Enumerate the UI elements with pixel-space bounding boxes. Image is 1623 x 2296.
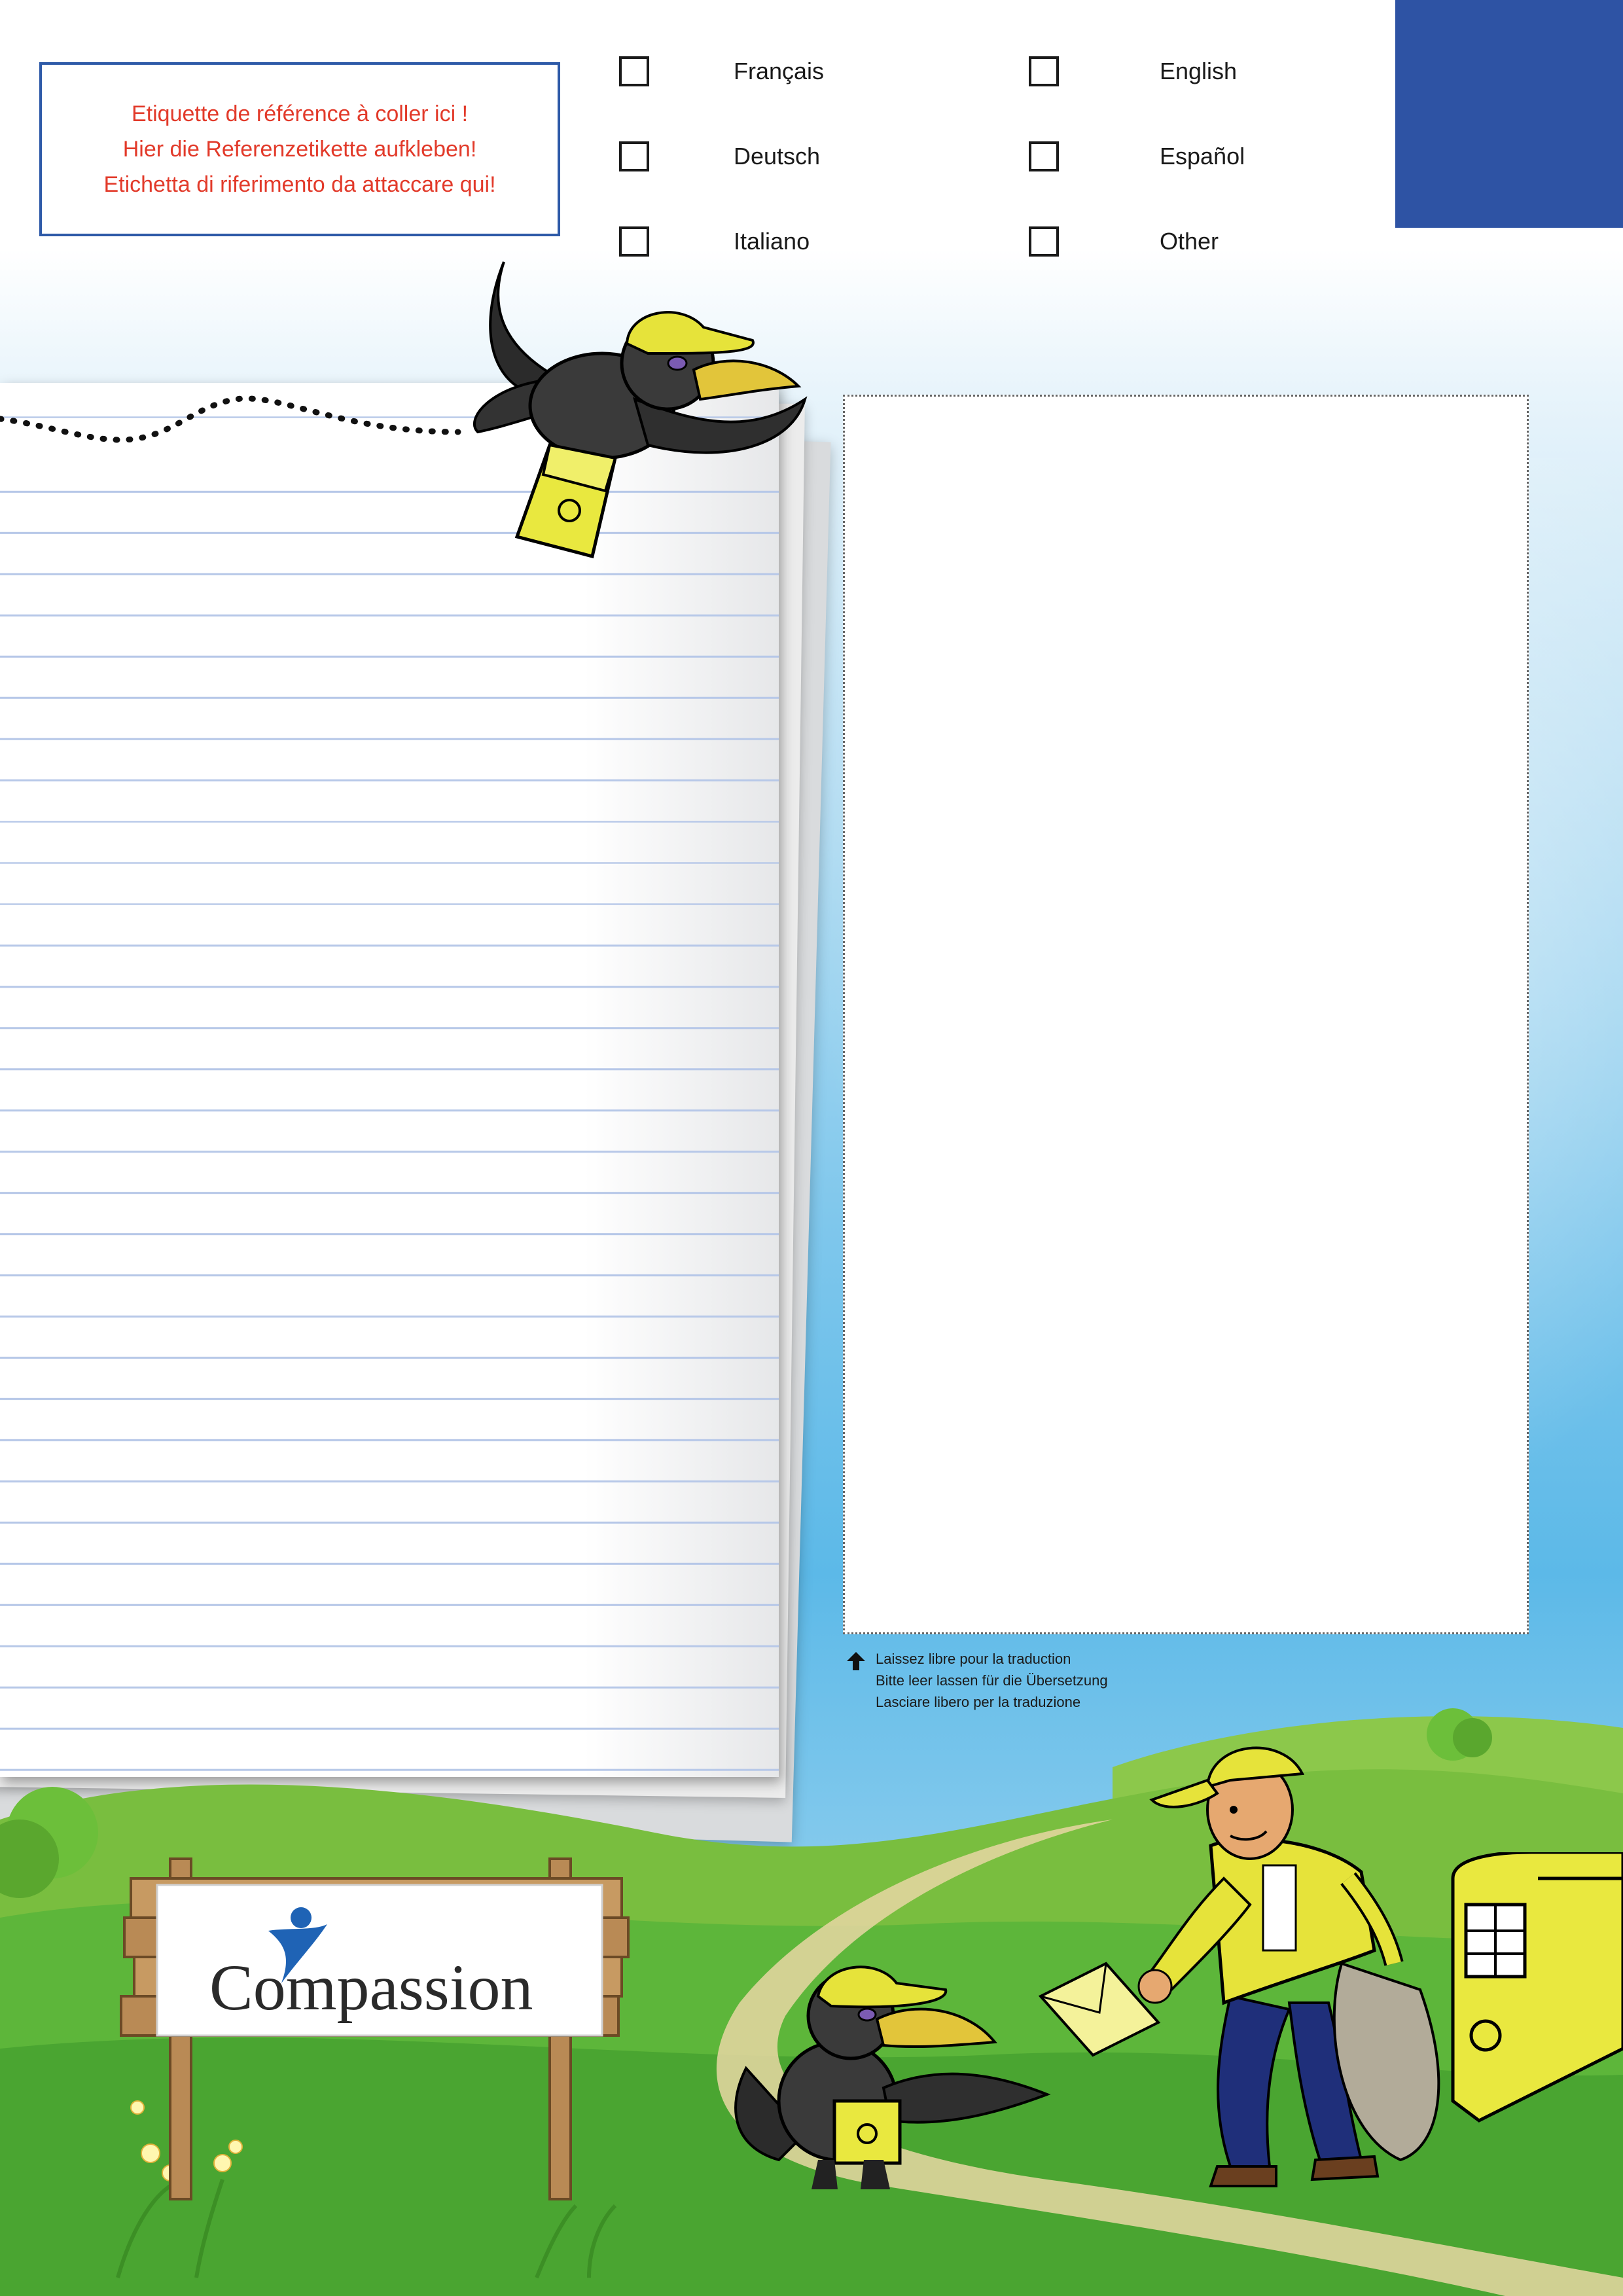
translation-area[interactable] (843, 395, 1529, 1634)
checkbox-deutsch[interactable] (619, 141, 649, 171)
language-label-espanol: Español (1160, 143, 1245, 170)
checkbox-francais[interactable] (619, 56, 649, 86)
checkbox-espanol[interactable] (1029, 141, 1059, 171)
corner-color-block (1395, 0, 1623, 228)
language-label-english: English (1160, 58, 1238, 84)
checkbox-other[interactable] (1029, 226, 1059, 257)
postman-illustration (1038, 1746, 1440, 2187)
mailbox-illustration (1451, 1852, 1623, 2123)
language-label-deutsch: Deutsch (734, 143, 821, 170)
reference-label-line-de: Hier die Referenzetikette aufkleben! (122, 137, 477, 162)
reference-label-line-fr: Etiquette de référence à coller ici ! (131, 101, 469, 126)
reference-label-line-it: Etichetta di riferimento da attaccare qu… (103, 172, 496, 197)
language-label-francais: Français (734, 58, 825, 84)
compassion-logo-text: Compassion (209, 1951, 533, 2024)
logo-signpost: Compassion (120, 1857, 630, 2200)
language-label-other: Other (1160, 228, 1219, 255)
writing-paper[interactable] (0, 383, 779, 1777)
checkbox-english[interactable] (1029, 56, 1059, 86)
reference-label-area: Etiquette de référence à coller ici ! Hi… (39, 62, 560, 236)
flying-crow-mascot (473, 261, 808, 559)
standing-crow-mascot (734, 1965, 1051, 2189)
